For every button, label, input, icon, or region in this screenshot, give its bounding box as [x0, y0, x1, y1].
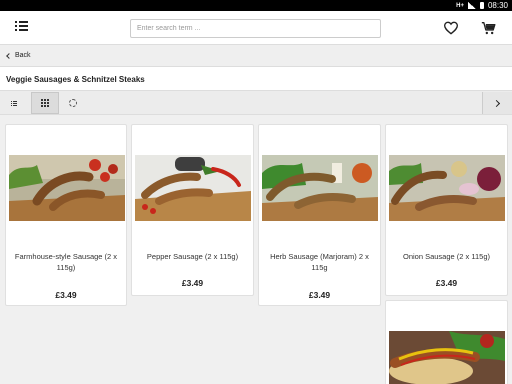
product-image	[389, 155, 505, 221]
status-bar: H+ 08:30	[0, 0, 512, 11]
app-toolbar	[0, 11, 512, 45]
refresh-icon	[69, 99, 77, 107]
category-title: Veggie Sausages & Schnitzel Steaks	[6, 75, 145, 84]
product-name: Farmhouse-style Sausage (2 x 115g)	[14, 252, 118, 272]
product-name: Onion Sausage (2 x 115g)	[402, 252, 490, 261]
chevron-right-icon	[492, 99, 501, 107]
grid-view-button[interactable]	[31, 92, 59, 114]
search-input[interactable]	[130, 19, 381, 38]
product-card[interactable]: Onion Sausage (2 x 115g) £3.49	[385, 124, 508, 296]
product-price: £3.49	[308, 290, 331, 300]
back-label: Back	[15, 52, 31, 59]
product-price: £3.49	[435, 278, 458, 288]
product-image	[262, 155, 378, 221]
back-button[interactable]: Back	[0, 45, 512, 67]
refresh-button[interactable]	[59, 92, 87, 114]
product-image	[9, 155, 125, 221]
battery-icon	[479, 2, 484, 9]
product-card[interactable]: Herb Sausage (Marjoram) 2 x 115g £3.49	[258, 124, 381, 306]
product-price: £3.49	[181, 278, 204, 288]
view-toolbar	[0, 91, 512, 115]
category-title-bar: Veggie Sausages & Schnitzel Steaks	[0, 67, 512, 91]
product-card[interactable]: Farmhouse-style Sausage (2 x 115g) £3.49	[5, 124, 127, 306]
next-button[interactable]	[482, 92, 512, 114]
product-card[interactable]	[385, 300, 508, 384]
list-view-button[interactable]	[0, 92, 28, 114]
heart-icon[interactable]	[443, 20, 459, 36]
cart-icon[interactable]	[480, 20, 497, 36]
menu-icon[interactable]	[15, 21, 28, 33]
product-card[interactable]: Pepper Sausage (2 x 115g) £3.49	[131, 124, 254, 296]
grid-icon	[41, 99, 49, 107]
network-type: H+	[456, 2, 464, 9]
chevron-left-icon	[6, 53, 12, 59]
product-name: Pepper Sausage (2 x 115g)	[146, 252, 239, 261]
product-price: £3.49	[55, 290, 77, 300]
signal-icon	[467, 2, 476, 9]
product-name: Herb Sausage (Marjoram) 2 x 115g	[270, 252, 369, 272]
product-image	[135, 155, 251, 221]
product-image	[389, 331, 505, 384]
list-icon	[11, 100, 17, 106]
clock: 08:30	[487, 1, 508, 10]
